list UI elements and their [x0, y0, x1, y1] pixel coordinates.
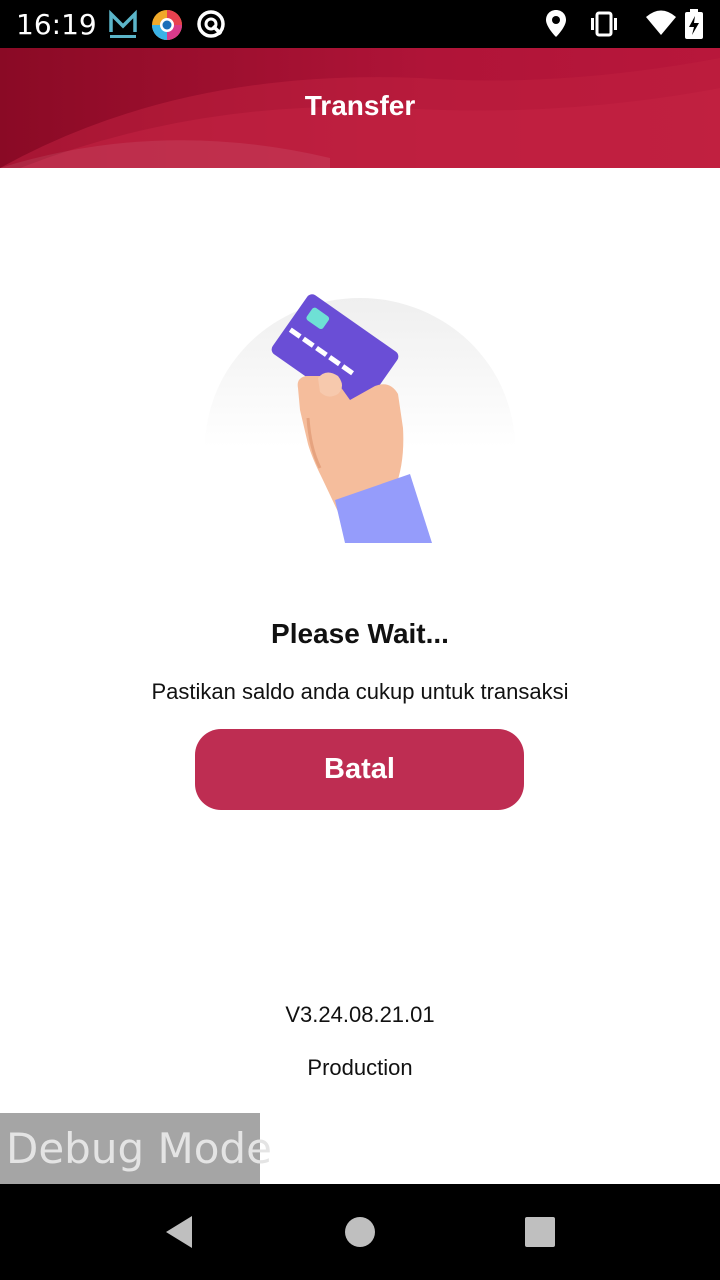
- back-icon[interactable]: [158, 1210, 202, 1254]
- system-nav-bar: [0, 1184, 720, 1280]
- colorful-circle-app-icon: [152, 10, 182, 40]
- location-icon: [546, 10, 566, 37]
- m-app-icon: [109, 9, 137, 38]
- app-bar: Transfer: [0, 48, 720, 168]
- page-title: Transfer: [304, 90, 416, 121]
- balance-reminder-text: Pastikan saldo anda cukup untuk transaks…: [151, 679, 569, 704]
- main-content: Please Wait... Pastikan saldo anda cukup…: [0, 168, 720, 1184]
- q-app-icon: [197, 10, 225, 38]
- vibrate-icon: [591, 11, 617, 37]
- environment-label: Production: [307, 1055, 413, 1080]
- status-time: 16:19: [16, 8, 97, 41]
- battery-charging-icon: [685, 9, 703, 39]
- cancel-button[interactable]: Batal: [195, 729, 524, 810]
- wifi-icon: [646, 10, 676, 35]
- status-bar: 16:19: [0, 0, 720, 48]
- recents-icon[interactable]: [518, 1210, 562, 1254]
- app-version: V3.24.08.21.01: [285, 1002, 435, 1027]
- debug-mode-banner: Debug Mode: [0, 1113, 272, 1184]
- hand-holding-card-illustration: [205, 294, 515, 543]
- home-icon[interactable]: [338, 1210, 382, 1254]
- please-wait-title: Please Wait...: [271, 618, 449, 649]
